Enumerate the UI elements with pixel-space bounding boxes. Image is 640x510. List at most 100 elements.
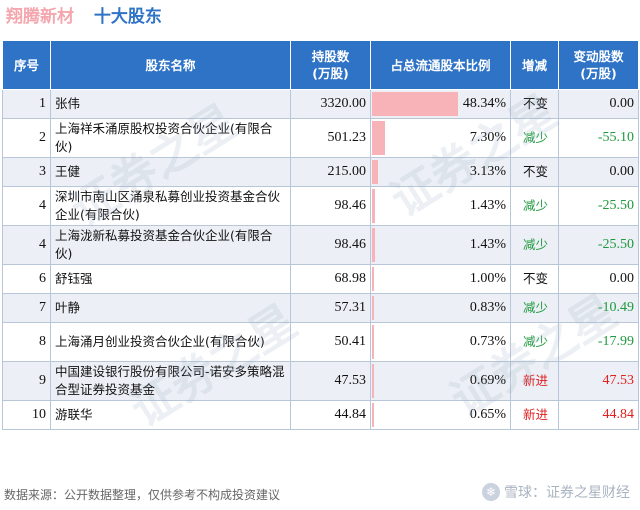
name-cell: 张伟: [50, 89, 291, 119]
rank-cell: 4: [2, 225, 51, 265]
name-cell: 舒钰强: [50, 264, 291, 294]
change-cell: 不变: [510, 157, 559, 187]
name-cell: 中国建设银行股份有限公司-诺安多策略混合型证券投资基金: [50, 361, 291, 401]
ratio-cell: 7.30%: [370, 118, 511, 158]
ratio-bar: [372, 296, 374, 320]
name-cell: 王健: [50, 157, 291, 187]
header-change: 增减: [510, 40, 559, 90]
name-cell: 游联华: [50, 400, 291, 430]
table-header-row: 序号 股东名称 持股数 (万股) 占总流通股本比例 增减 变动股数 (万股): [2, 40, 639, 90]
name-cell: 上海涌月创业投资合伙企业(有限合伙): [50, 322, 291, 362]
rank-cell: 9: [2, 361, 51, 401]
rank-cell: 10: [2, 400, 51, 430]
ratio-cell: 0.69%: [370, 361, 511, 401]
name-cell: 深圳市南山区涌泉私募创业投资基金合伙企业(有限合伙): [50, 186, 291, 226]
ratio-cell: 0.83%: [370, 293, 511, 323]
header-ratio: 占总流通股本比例: [370, 40, 511, 90]
ratio-value: 1.43%: [469, 237, 506, 252]
change-cell: 新进: [510, 400, 559, 430]
ratio-bar: [372, 403, 374, 427]
ratio-cell: 0.73%: [370, 322, 511, 362]
shares-cell: 98.46: [290, 186, 371, 226]
brand-footer: ❄ 雪球：证券之星财经: [482, 482, 630, 502]
page-title: 翔腾新材 十大股东: [6, 2, 162, 32]
change-cell: 减少: [510, 118, 559, 158]
table-row: 4 上海泷新私募投资基金合伙企业(有限合伙) 98.46 1.43% 减少 -25.50: [2, 225, 639, 265]
shares-cell: 47.53: [290, 361, 371, 401]
ratio-value: 0.73%: [469, 334, 506, 349]
delta-cell: -10.49: [558, 293, 639, 323]
delta-cell: -25.50: [558, 186, 639, 226]
table-row: 8 上海涌月创业投资合伙企业(有限合伙) 50.41 0.73% 减少 -17.99: [2, 322, 639, 362]
data-source-note: 数据来源：公开数据整理，仅供参考不构成投资建议: [4, 488, 281, 502]
rank-cell: 2: [2, 118, 51, 158]
name-cell: 上海泷新私募投资基金合伙企业(有限合伙): [50, 225, 291, 265]
shares-cell: 68.98: [290, 264, 371, 294]
change-cell: 新进: [510, 361, 559, 401]
shares-cell: 501.23: [290, 118, 371, 158]
shares-cell: 215.00: [290, 157, 371, 187]
header-name: 股东名称: [50, 40, 291, 90]
header-rank: 序号: [2, 40, 51, 90]
ratio-cell: 1.43%: [370, 225, 511, 265]
ratio-bar: [372, 189, 375, 223]
header-shares: 持股数 (万股): [290, 40, 371, 90]
ratio-bar: [372, 228, 375, 262]
rank-cell: 1: [2, 89, 51, 119]
shares-cell: 3320.00: [290, 89, 371, 119]
delta-cell: 0.00: [558, 264, 639, 294]
rank-cell: 8: [2, 322, 51, 362]
company-name: 翔腾新材: [6, 7, 74, 27]
rank-cell: 7: [2, 293, 51, 323]
shares-cell: 44.84: [290, 400, 371, 430]
ratio-value: 7.30%: [469, 130, 506, 145]
ratio-value: 1.43%: [469, 198, 506, 213]
ratio-value: 3.13%: [469, 164, 506, 179]
ratio-bar: [372, 92, 458, 116]
rank-cell: 6: [2, 264, 51, 294]
ratio-bar: [372, 267, 374, 291]
table-row: 6 舒钰强 68.98 1.00% 不变 0.00: [2, 264, 639, 294]
header-delta: 变动股数 (万股): [558, 40, 639, 90]
ratio-cell: 1.00%: [370, 264, 511, 294]
ratio-value: 0.69%: [469, 373, 506, 388]
shareholder-table: 序号 股东名称 持股数 (万股) 占总流通股本比例 增减 变动股数 (万股) 1 张伟…: [2, 40, 639, 430]
table-row: 4 深圳市南山区涌泉私募创业投资基金合伙企业(有限合伙) 98.46 1.43% 减少 -…: [2, 186, 639, 226]
rank-cell: 4: [2, 186, 51, 226]
change-cell: 减少: [510, 186, 559, 226]
brand-text: 雪球：证券之星财经: [504, 485, 630, 501]
ratio-value: 1.00%: [469, 271, 506, 286]
ratio-bar: [372, 364, 374, 398]
ratio-cell: 48.34%: [370, 89, 511, 119]
delta-cell: 0.00: [558, 157, 639, 187]
ratio-cell: 1.43%: [370, 186, 511, 226]
delta-cell: -17.99: [558, 322, 639, 362]
shares-cell: 50.41: [290, 322, 371, 362]
table-row: 3 王健 215.00 3.13% 不变 0.00: [2, 157, 639, 187]
table-row: 9 中国建设银行股份有限公司-诺安多策略混合型证券投资基金 47.53 0.69% 新进…: [2, 361, 639, 401]
ratio-value: 0.83%: [469, 300, 506, 315]
change-cell: 减少: [510, 293, 559, 323]
change-cell: 减少: [510, 225, 559, 265]
ratio-cell: 3.13%: [370, 157, 511, 187]
delta-cell: 47.53: [558, 361, 639, 401]
page-subtitle: 十大股东: [93, 7, 162, 27]
change-cell: 不变: [510, 89, 559, 119]
change-cell: 不变: [510, 264, 559, 294]
rank-cell: 3: [2, 157, 51, 187]
shares-cell: 57.31: [290, 293, 371, 323]
delta-cell: 44.84: [558, 400, 639, 430]
table-row: 10 游联华 44.84 0.65% 新进 44.84: [2, 400, 639, 430]
name-cell: 叶静: [50, 293, 291, 323]
ratio-bar: [372, 160, 378, 184]
delta-cell: -25.50: [558, 225, 639, 265]
ratio-value: 0.65%: [469, 407, 506, 422]
shares-cell: 98.46: [290, 225, 371, 265]
snowball-icon: ❄: [482, 483, 500, 501]
name-cell: 上海祥禾涌原股权投资合伙企业(有限合伙): [50, 118, 291, 158]
table-row: 1 张伟 3320.00 48.34% 不变 0.00: [2, 89, 639, 119]
table-row: 7 叶静 57.31 0.83% 减少 -10.49: [2, 293, 639, 323]
ratio-cell: 0.65%: [370, 400, 511, 430]
delta-cell: 0.00: [558, 89, 639, 119]
table-row: 2 上海祥禾涌原股权投资合伙企业(有限合伙) 501.23 7.30% 减少 -55.10: [2, 118, 639, 158]
